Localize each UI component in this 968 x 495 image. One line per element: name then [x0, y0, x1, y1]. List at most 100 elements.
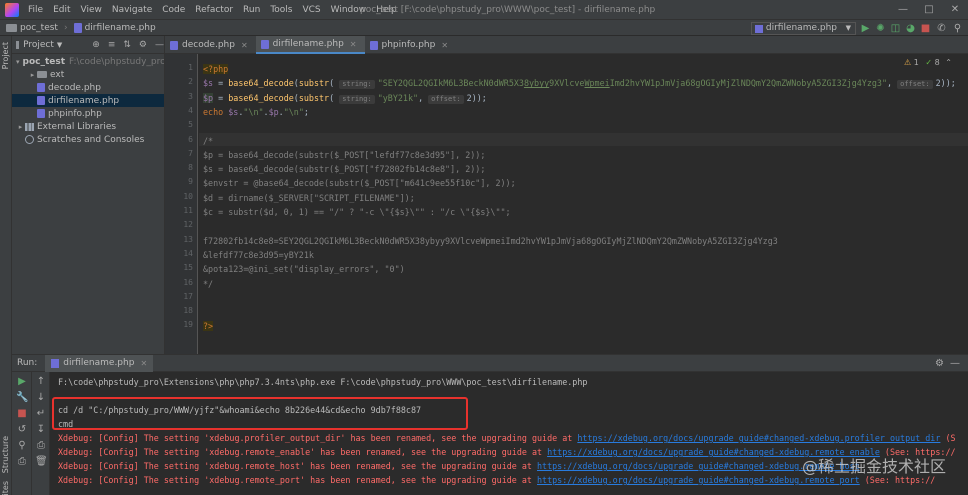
- stop-icon[interactable]: ■: [16, 408, 28, 420]
- stripe-favorites[interactable]: Favorites: [1, 481, 10, 495]
- menu-edit[interactable]: Edit: [48, 5, 75, 15]
- code-line[interactable]: $d = dirname($_SERVER["SCRIPT_FILENAME"]…: [203, 192, 415, 205]
- chevron-down-icon[interactable]: ▾: [16, 58, 20, 66]
- run-tab[interactable]: dirfilename.php ✕: [45, 354, 154, 372]
- wrench-icon[interactable]: 🔧: [16, 392, 28, 404]
- window-controls: — □ ✕: [890, 0, 968, 20]
- close-tab-icon[interactable]: ✕: [441, 41, 448, 50]
- soft-wrap-icon[interactable]: ↵: [35, 408, 47, 420]
- hide-icon[interactable]: —: [950, 358, 960, 369]
- tree-item-path: F:\code\phpstudy_pro: [69, 56, 164, 67]
- gear-icon[interactable]: ⚙: [139, 40, 147, 50]
- code-line[interactable]: $s = base64_decode(substr( string: "SEY2Q…: [203, 77, 956, 90]
- breadcrumb-file[interactable]: dirfilename.php: [68, 22, 156, 33]
- chevron-right-icon[interactable]: ▸: [16, 123, 25, 131]
- menu-navigate[interactable]: Navigate: [107, 5, 157, 15]
- code-line[interactable]: echo $s."\n".$p."\n";: [203, 106, 309, 119]
- close-tab-icon[interactable]: ✕: [140, 359, 147, 368]
- tree-item[interactable]: ▾ poc_test F:\code\phpstudy_pro: [12, 55, 164, 68]
- scroll-up-icon[interactable]: ↑: [35, 376, 47, 388]
- console-link[interactable]: https://xdebug.org/docs/upgrade_guide#ch…: [577, 433, 940, 443]
- line-number-gutter: 1 2 3 4 5 6 7 8 9 10 11 12 13 14 15 16 17 18 19: [165, 54, 198, 354]
- php-file-icon: [37, 83, 45, 92]
- chevron-right-icon[interactable]: ▸: [28, 71, 37, 79]
- menu-run[interactable]: Run: [238, 5, 265, 15]
- tree-item-label: phpinfo.php: [48, 108, 102, 119]
- code-line[interactable]: $c = substr($d, 0, 1) == "/" ? "-c \"{$s…: [203, 206, 511, 219]
- highlight-annotation: [52, 397, 468, 430]
- scroll-to-end-icon[interactable]: ↧: [35, 424, 47, 436]
- run-label: Run:: [17, 358, 38, 368]
- debug-icon[interactable]: ✺: [875, 23, 886, 34]
- tree-item[interactable]: dirfilename.php: [12, 94, 164, 107]
- code-line[interactable]: $p = base64_decode(substr( string: "yBY21…: [203, 92, 487, 105]
- scroll-down-icon[interactable]: ↓: [35, 392, 47, 404]
- pin-icon[interactable]: ⚲: [16, 440, 28, 452]
- menu-vcs[interactable]: VCS: [297, 5, 325, 15]
- restore-layout-icon[interactable]: ↺: [16, 424, 28, 436]
- print-icon[interactable]: ⎙: [16, 456, 28, 468]
- code-line[interactable]: $envstr = @base64_decode(substr($_POST["…: [203, 177, 516, 190]
- tree-item[interactable]: ▸ ext: [12, 68, 164, 81]
- console-text: F:\code\phpstudy_pro\Extensions\php\php7…: [58, 377, 588, 387]
- code-line[interactable]: &pota123=@ini_set("display_errors", "0"): [203, 263, 405, 276]
- minimize-icon[interactable]: —: [890, 0, 916, 20]
- tree-item-label: poc_test: [22, 56, 66, 67]
- code-line[interactable]: /*: [203, 135, 213, 148]
- code-line[interactable]: $s = base64_decode(substr($_POST["f72802…: [203, 163, 485, 176]
- code-editor[interactable]: 1 2 3 4 5 6 7 8 9 10 11 12 13 14 15 16 17 18 19 <?php $s = …: [165, 54, 968, 354]
- gear-icon[interactable]: ⚙: [935, 358, 944, 369]
- php-file-icon: [369, 40, 378, 50]
- coverage-icon[interactable]: ◫: [890, 23, 901, 34]
- line-number: 9: [188, 177, 193, 187]
- expand-all-icon[interactable]: ⇅: [123, 40, 131, 50]
- editor-tab[interactable]: phpinfo.php ✕: [365, 36, 457, 54]
- navigation-bar: poc_test › dirfilename.php dirfilename.p…: [0, 20, 968, 36]
- collapse-all-icon[interactable]: ≡: [108, 40, 116, 50]
- editor-tab[interactable]: dirfilename.php ✕: [255, 36, 365, 54]
- phone-icon[interactable]: ✆: [936, 23, 947, 34]
- profile-icon[interactable]: ◕: [905, 23, 916, 34]
- stripe-structure[interactable]: Structure: [1, 436, 10, 473]
- console-text: Xdebug: [Config] The setting 'xdebug.pro…: [58, 433, 578, 443]
- code-line[interactable]: $p = base64_decode(substr($_POST["lefdf7…: [203, 149, 485, 162]
- stop-icon[interactable]: ■: [920, 23, 931, 34]
- menu-code[interactable]: Code: [157, 5, 190, 15]
- line-number: 2: [188, 77, 193, 87]
- maximize-icon[interactable]: □: [916, 0, 942, 20]
- menu-refactor[interactable]: Refactor: [190, 5, 238, 15]
- rerun-icon[interactable]: ▶: [16, 376, 28, 388]
- code-line[interactable]: ?>: [203, 320, 214, 333]
- locate-icon[interactable]: ⊕: [92, 40, 100, 50]
- run-configuration-select[interactable]: dirfilename.php ▼: [750, 22, 856, 35]
- tree-item[interactable]: ▸ External Libraries: [12, 120, 164, 133]
- menu-view[interactable]: View: [76, 5, 107, 15]
- line-number: 4: [188, 105, 193, 115]
- menu-file[interactable]: File: [23, 5, 48, 15]
- print-icon[interactable]: ⎙: [35, 440, 47, 452]
- tree-item-label: decode.php: [48, 82, 101, 93]
- code-line[interactable]: */: [203, 278, 213, 291]
- clear-icon[interactable]: 🗑: [35, 456, 48, 468]
- editor-tab[interactable]: decode.php ✕: [165, 36, 256, 54]
- run-toolbar: ▶ 🔧 ■ ↺ ⚲ ⎙: [12, 372, 32, 495]
- run-icon[interactable]: ▶: [860, 23, 871, 34]
- project-view-select[interactable]: Project: [23, 40, 54, 50]
- tree-item[interactable]: Scratches and Consoles: [12, 133, 164, 146]
- close-tab-icon[interactable]: ✕: [350, 40, 357, 49]
- breadcrumb-project[interactable]: poc_test ›: [0, 23, 68, 33]
- hide-icon[interactable]: —: [155, 40, 164, 50]
- stripe-project[interactable]: Project: [1, 42, 10, 69]
- menu-tools[interactable]: Tools: [265, 5, 297, 15]
- search-icon[interactable]: ⚲: [952, 23, 963, 34]
- tree-item[interactable]: decode.php: [12, 81, 164, 94]
- code-line[interactable]: <?php: [203, 63, 229, 76]
- line-number: 19: [183, 320, 193, 330]
- php-file-icon: [170, 40, 178, 50]
- code-line[interactable]: &lefdf77c8e3d95=yBY21k: [203, 249, 314, 262]
- close-icon[interactable]: ✕: [942, 0, 968, 20]
- tree-item[interactable]: phpinfo.php: [12, 107, 164, 120]
- inspection-widget[interactable]: ⚠ 1 ✓ 8 ⌃: [904, 58, 952, 67]
- code-line[interactable]: f72802fb14c8e8=SEY2QGL2QGIkM6L3BeckN0dWR…: [203, 235, 778, 248]
- close-tab-icon[interactable]: ✕: [241, 41, 248, 50]
